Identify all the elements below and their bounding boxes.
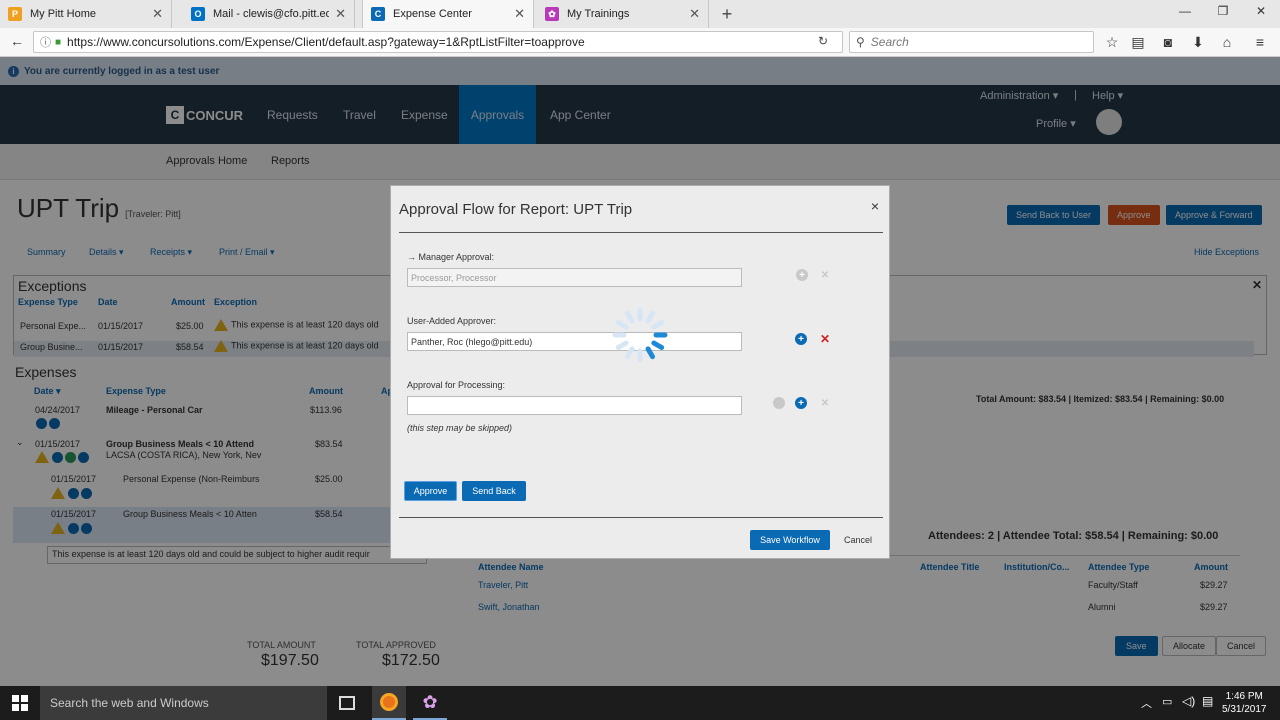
home-icon[interactable]: ⌂	[1217, 34, 1237, 50]
skip-note: (this step may be skipped)	[407, 423, 513, 433]
minimize-icon[interactable]: —	[1170, 4, 1200, 18]
windows-taskbar: Search the web and Windows ✿ ︿ ▭ ◁) ▤ 1:…	[0, 686, 1280, 720]
info-icon[interactable]: ⓘ	[40, 34, 51, 50]
divider	[399, 517, 883, 518]
dialog-title: Approval Flow for Report: UPT Trip	[399, 201, 633, 218]
step-label-text: Manager Approval:	[418, 252, 495, 262]
close-icon[interactable]: ×	[871, 198, 879, 214]
loading-spinner-icon	[612, 307, 668, 363]
approval-for-processing-field[interactable]	[407, 396, 742, 415]
menu-icon[interactable]: ≡	[1250, 34, 1270, 50]
tab-label: My Pitt Home	[30, 8, 97, 20]
new-tab-button[interactable]: +	[716, 4, 738, 25]
taskbar-search-input[interactable]: Search the web and Windows	[40, 686, 327, 720]
search-placeholder: Search	[870, 35, 909, 49]
remove-approver-icon[interactable]: ✕	[819, 332, 831, 346]
tab-label: Mail - clewis@cfo.pitt.edu	[213, 8, 330, 20]
browser-tab-mail[interactable]: O Mail - clewis@cfo.pitt.edu ✕	[183, 0, 355, 28]
close-icon[interactable]: ✕	[689, 6, 700, 22]
restore-icon[interactable]: ❐	[1208, 4, 1238, 18]
address-bar[interactable]: ⓘ ■ https://www.concursolutions.com/Expe…	[33, 31, 843, 53]
search-icon: ⚲	[856, 35, 865, 49]
add-approver-icon[interactable]: +	[795, 397, 807, 409]
remove-approver-icon: ✕	[820, 397, 830, 409]
reading-list-icon[interactable]: ▤	[1128, 34, 1148, 51]
browser-search-input[interactable]: ⚲ Search	[849, 31, 1094, 53]
close-icon[interactable]: ✕	[335, 6, 346, 22]
browser-tab-bar: P My Pitt Home ✕ O Mail - clewis@cfo.pit…	[0, 0, 1280, 28]
step-label: User-Added Approver:	[407, 316, 497, 326]
cancel-button[interactable]: Cancel	[838, 530, 878, 550]
concur-favicon-icon: C	[371, 7, 385, 21]
notifications-icon[interactable]: ▤	[1202, 694, 1213, 708]
arrow-right-icon: →	[407, 252, 419, 262]
remove-approver-icon: ✕	[820, 269, 830, 281]
lock-icon: ■	[55, 36, 62, 48]
approve-button[interactable]: Approve	[404, 481, 457, 501]
download-icon[interactable]: ⬇	[1188, 34, 1208, 51]
browser-tab-my-trainings[interactable]: ✿ My Trainings ✕	[537, 0, 709, 28]
clock-date: 5/31/2017	[1222, 704, 1267, 715]
add-approver-icon[interactable]: +	[795, 333, 807, 345]
outlook-favicon-icon: O	[191, 7, 205, 21]
divider	[399, 232, 883, 233]
lookup-icon	[773, 397, 785, 409]
network-icon[interactable]: ▭	[1162, 695, 1172, 708]
tab-label: My Trainings	[567, 8, 630, 20]
windows-start-icon[interactable]	[12, 695, 28, 711]
step-label: → Manager Approval:	[407, 252, 494, 262]
close-icon[interactable]: ✕	[152, 6, 163, 22]
pocket-icon[interactable]: ◙	[1158, 34, 1178, 50]
browser-tab-expense-center[interactable]: C Expense Center ✕	[362, 0, 534, 28]
firefox-taskbar-button[interactable]	[372, 686, 406, 720]
browser-tab-my-pitt-home[interactable]: P My Pitt Home ✕	[0, 0, 172, 28]
window-close-icon[interactable]: ✕	[1246, 4, 1276, 18]
trainings-app-icon[interactable]: ✿	[413, 686, 447, 720]
manager-approval-field: Processor, Processor	[407, 268, 742, 287]
tab-label: Expense Center	[393, 8, 472, 20]
firefox-icon	[380, 693, 398, 711]
tray-chevron-up-icon[interactable]: ︿	[1141, 695, 1152, 711]
send-back-button[interactable]: Send Back	[462, 481, 526, 501]
back-arrow-icon[interactable]: ←	[7, 33, 27, 49]
clock-time: 1:46 PM	[1225, 691, 1263, 702]
url-text: https://www.concursolutions.com/Expense/…	[67, 35, 585, 49]
add-approver-icon: +	[796, 269, 808, 281]
system-clock[interactable]: 1:46 PM 5/31/2017	[1222, 690, 1267, 716]
close-icon[interactable]: ✕	[514, 6, 525, 22]
user-added-approver-field[interactable]: Panther, Roc (hlego@pitt.edu)	[407, 332, 742, 351]
step-label: Approval for Processing:	[407, 380, 506, 390]
save-workflow-button[interactable]: Save Workflow	[750, 530, 830, 550]
volume-icon[interactable]: ◁)	[1182, 694, 1195, 708]
task-view-icon[interactable]	[339, 696, 355, 710]
browser-nav-bar: ← ⓘ ■ https://www.concursolutions.com/Ex…	[0, 28, 1280, 57]
pitt-favicon-icon: P	[8, 7, 22, 21]
reload-icon[interactable]: ↻	[818, 34, 828, 48]
approval-flow-dialog: Approval Flow for Report: UPT Trip × → M…	[390, 185, 890, 559]
bookmark-star-icon[interactable]: ☆	[1102, 34, 1122, 51]
trainings-favicon-icon: ✿	[545, 7, 559, 21]
